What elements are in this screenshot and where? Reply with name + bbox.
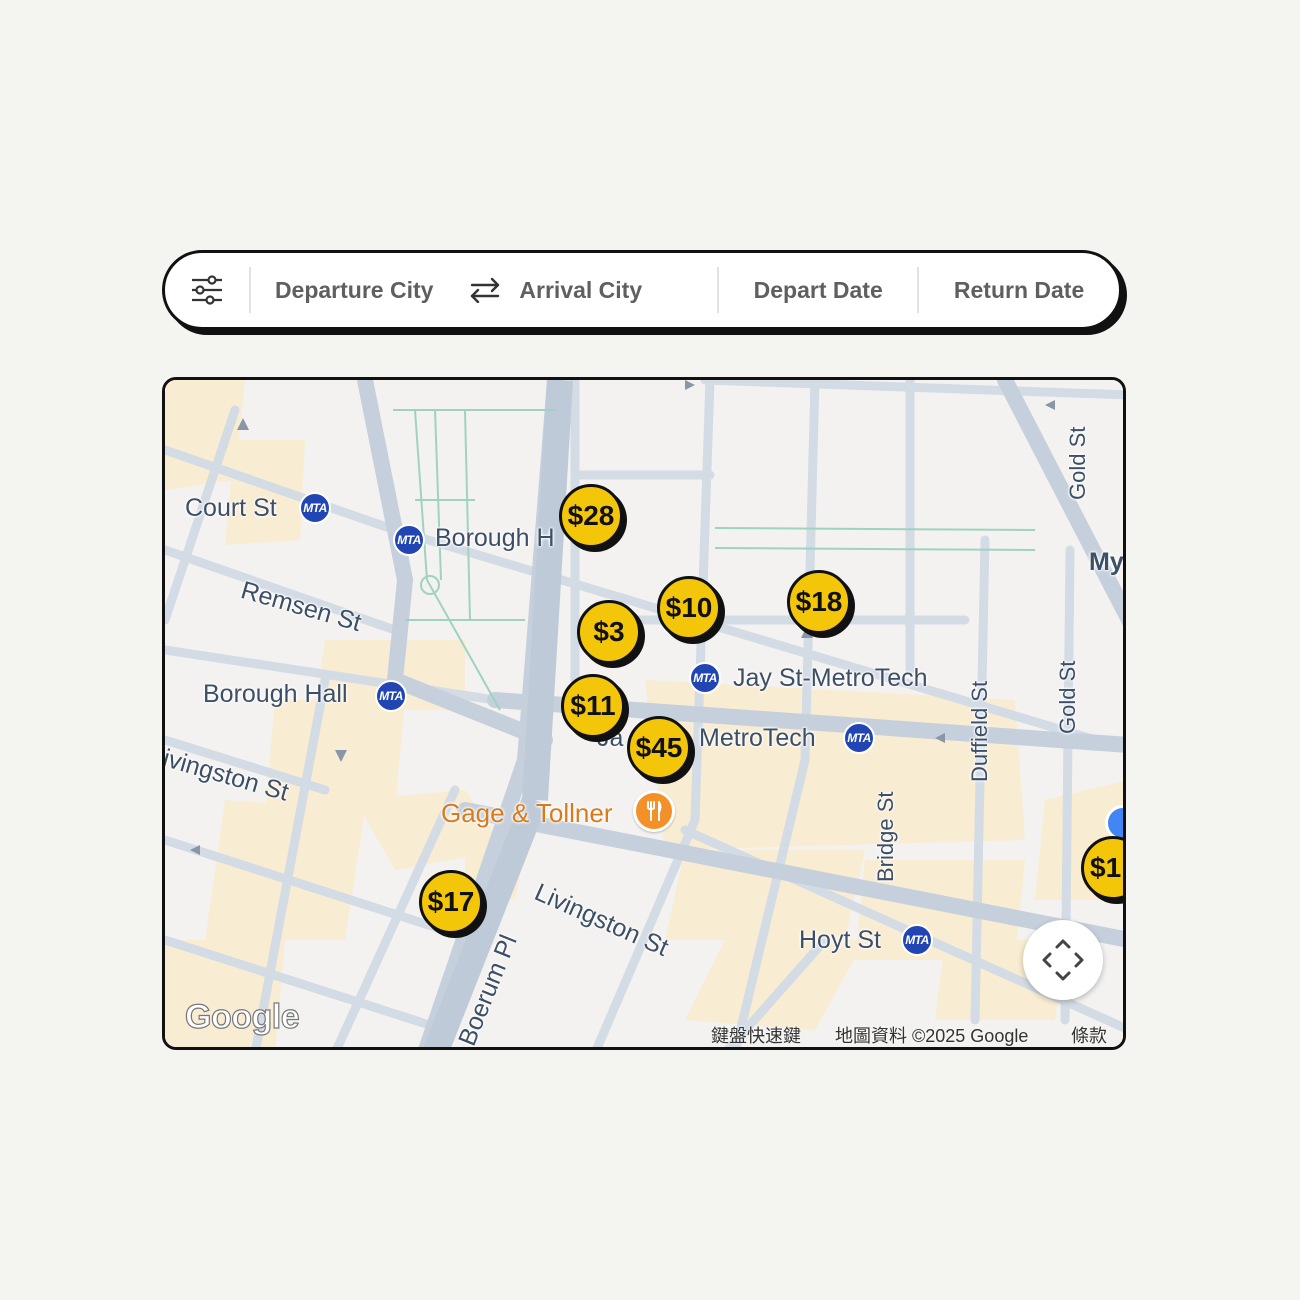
label-borough-hall: Borough Hall [203,680,348,708]
depart-date-field[interactable]: Depart Date [719,277,917,304]
label-my-cut: My [1089,548,1124,576]
subway-icon[interactable]: MTA [393,524,425,556]
recenter-button[interactable] [1023,920,1103,1000]
google-logo: Google [184,997,300,1036]
label-duffield-st: Duffield St [967,680,992,782]
recenter-icon [1042,939,1084,981]
price-marker[interactable]: $28 [559,484,623,548]
terms-link[interactable]: 條款 [1071,1022,1107,1047]
price-marker[interactable]: $11 [561,674,625,738]
arrival-city-field[interactable]: Arrival City [519,277,717,304]
label-gold-st-top: Gold St [1065,426,1090,500]
divider [248,267,251,313]
subway-icon[interactable]: MTA [299,492,331,524]
price-marker[interactable]: $18 [787,570,851,634]
price-marker[interactable]: $10 [657,576,721,640]
fork-knife-icon [647,801,662,821]
subway-icon[interactable]: MTA [843,722,875,754]
swap-arrows-icon [471,277,500,303]
restaurant-pin[interactable] [633,790,675,832]
sliders-icon [191,275,222,305]
subway-icon[interactable]: MTA [375,680,407,712]
keyboard-shortcuts-link[interactable]: 鍵盤快速鍵 [711,1022,801,1047]
label-hoyt-st: Hoyt St [799,926,881,954]
label-borough-hall-north: Borough H [435,524,555,552]
label-court-st: Court St [185,494,277,522]
subway-icon[interactable]: MTA [901,924,933,956]
price-marker[interactable]: $17 [419,870,483,934]
price-marker[interactable]: $3 [577,600,641,664]
trip-search-bar: Departure City Arrival City Depart Date … [162,250,1122,330]
return-date-field[interactable]: Return Date [919,277,1119,304]
subway-icon[interactable]: MTA [689,662,721,694]
filter-button[interactable] [165,253,249,327]
map[interactable]: Court St MTA MTA Borough H Remsen St Bor… [162,377,1126,1050]
price-marker[interactable]: $45 [627,716,691,780]
label-bridge-st: Bridge St [873,791,898,883]
label-jay-st-metrotech: Jay St-MetroTech [733,664,928,692]
label-metrotech: MetroTech [699,724,816,752]
map-data-attribution: 地圖資料 ©2025 Google [835,1026,1029,1046]
swap-cities-button[interactable] [469,277,501,303]
label-gage-tollner[interactable]: Gage & Tollner [441,800,613,826]
departure-city-field[interactable]: Departure City [275,277,433,304]
label-gold-st: Gold St [1055,660,1080,734]
